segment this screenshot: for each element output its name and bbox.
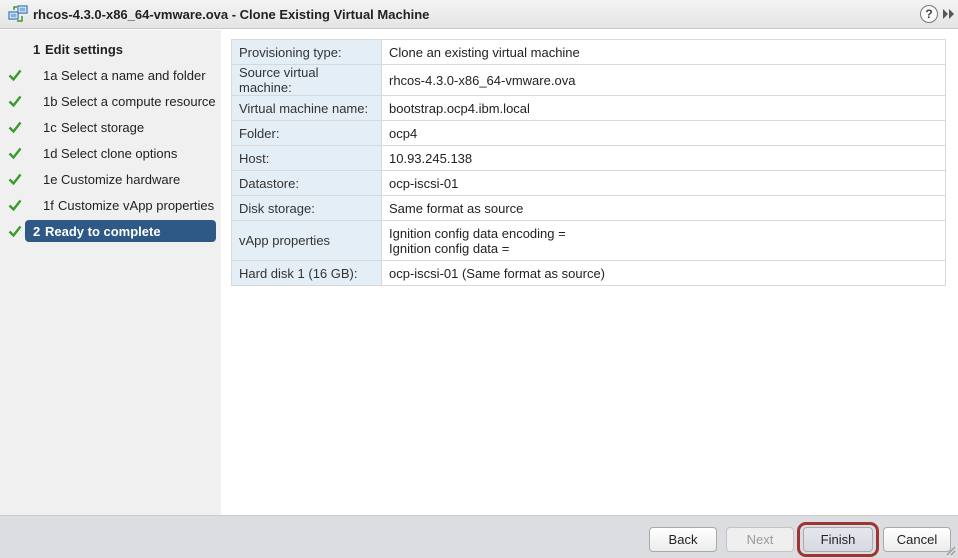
window-titlebar: rhcos-4.3.0-x86_64-vmware.ova - Clone Ex…: [0, 0, 958, 29]
check-icon: [8, 121, 22, 134]
review-table: Provisioning type: Clone an existing vir…: [231, 39, 946, 286]
row-value: 10.93.245.138: [381, 145, 946, 171]
step-label: Select a compute resource: [61, 93, 216, 109]
check-icon: [8, 199, 22, 212]
vm-clone-icon: [8, 5, 28, 22]
step-label: Select storage: [61, 119, 145, 135]
step-number: 1a: [43, 67, 58, 83]
check-icon: [8, 147, 22, 160]
check-icon: [8, 95, 22, 108]
step-ready-to-complete[interactable]: 2 Ready to complete: [0, 220, 221, 242]
vapp-property-line: Ignition config data =: [389, 240, 510, 256]
step-select-compute-resource[interactable]: 1b Select a compute resource: [0, 90, 221, 112]
resize-grip-icon[interactable]: [946, 546, 956, 556]
step-number: 1f: [43, 197, 54, 213]
step-customize-hardware[interactable]: 1e Customize hardware: [0, 168, 221, 190]
row-key: Source virtual machine:: [231, 64, 382, 96]
row-value: Clone an existing virtual machine: [381, 39, 946, 65]
step-label: Edit settings: [45, 41, 124, 57]
table-row: Disk storage: Same format as source: [231, 195, 946, 221]
next-button[interactable]: Next: [726, 527, 794, 552]
step-label: Select clone options: [61, 145, 178, 161]
step-select-storage[interactable]: 1c Select storage: [0, 116, 221, 138]
row-key: Disk storage:: [231, 195, 382, 221]
row-key: Virtual machine name:: [231, 95, 382, 121]
expand-panel-icon[interactable]: [942, 8, 956, 20]
back-button[interactable]: Back: [649, 527, 717, 552]
row-key: Provisioning type:: [231, 39, 382, 65]
row-value: ocp4: [381, 120, 946, 146]
table-row: Datastore: ocp-iscsi-01: [231, 170, 946, 196]
table-row: Source virtual machine: rhcos-4.3.0-x86_…: [231, 64, 946, 96]
step-number: 1: [33, 41, 41, 57]
cancel-button[interactable]: Cancel: [883, 527, 951, 552]
finish-button[interactable]: Finish: [803, 527, 873, 552]
wizard-steps-sidebar: 1 Edit settings 1a Select a name and fol…: [0, 30, 221, 515]
row-key: Host:: [231, 145, 382, 171]
step-edit-settings: 1 Edit settings: [0, 38, 221, 60]
row-key: vApp properties: [231, 220, 382, 261]
row-key: Folder:: [231, 120, 382, 146]
row-value: bootstrap.ocp4.ibm.local: [381, 95, 946, 121]
row-value: ocp-iscsi-01: [381, 170, 946, 196]
row-value: Same format as source: [381, 195, 946, 221]
step-label: Ready to complete: [45, 223, 161, 239]
table-row: Folder: ocp4: [231, 120, 946, 146]
step-number: 1b: [43, 93, 58, 109]
step-number: 2: [33, 223, 41, 239]
table-row: Hard disk 1 (16 GB): ocp-iscsi-01 (Same …: [231, 260, 946, 286]
step-label: Select a name and folder: [61, 67, 206, 83]
check-icon: [8, 69, 22, 82]
row-key: Hard disk 1 (16 GB):: [231, 260, 382, 286]
step-select-name-folder[interactable]: 1a Select a name and folder: [0, 64, 221, 86]
step-select-clone-options[interactable]: 1d Select clone options: [0, 142, 221, 164]
row-value: ocp-iscsi-01 (Same format as source): [381, 260, 946, 286]
table-row: Virtual machine name: bootstrap.ocp4.ibm…: [231, 95, 946, 121]
table-row: Provisioning type: Clone an existing vir…: [231, 39, 946, 65]
step-label: Customize vApp properties: [58, 197, 215, 213]
step-number: 1d: [43, 145, 58, 161]
row-key: Datastore:: [231, 170, 382, 196]
wizard-footer: Back Next Finish Cancel: [0, 515, 958, 558]
row-value: rhcos-4.3.0-x86_64-vmware.ova: [381, 64, 946, 96]
check-icon: [8, 225, 22, 238]
check-icon: [8, 173, 22, 186]
help-icon[interactable]: ?: [920, 5, 938, 23]
step-number: 1c: [43, 119, 57, 135]
row-value: Ignition config data encoding = Ignition…: [381, 220, 946, 261]
review-panel: Provisioning type: Clone an existing vir…: [221, 30, 958, 515]
step-label: Customize hardware: [61, 171, 181, 187]
step-number: 1e: [43, 171, 58, 187]
table-row: Host: 10.93.245.138: [231, 145, 946, 171]
step-customize-vapp-properties[interactable]: 1f Customize vApp properties: [0, 194, 221, 216]
table-row: vApp properties Ignition config data enc…: [231, 220, 946, 261]
window-title: rhcos-4.3.0-x86_64-vmware.ova - Clone Ex…: [33, 6, 430, 22]
vapp-property-line: Ignition config data encoding =: [389, 225, 566, 241]
